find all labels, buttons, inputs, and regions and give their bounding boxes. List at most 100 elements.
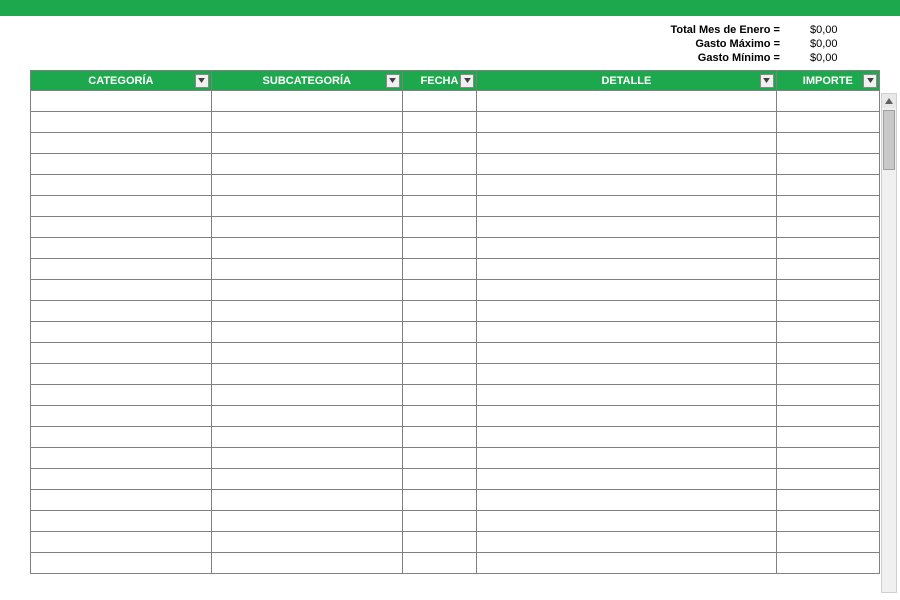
table-cell[interactable] xyxy=(402,238,476,259)
table-cell[interactable] xyxy=(776,280,879,301)
table-cell[interactable] xyxy=(477,91,777,112)
table-cell[interactable] xyxy=(211,553,402,574)
table-cell[interactable] xyxy=(31,301,212,322)
table-cell[interactable] xyxy=(402,427,476,448)
table-cell[interactable] xyxy=(211,343,402,364)
vertical-scrollbar[interactable] xyxy=(881,93,897,593)
table-cell[interactable] xyxy=(477,385,777,406)
table-cell[interactable] xyxy=(402,511,476,532)
filter-dropdown-icon[interactable] xyxy=(863,74,877,88)
table-cell[interactable] xyxy=(776,553,879,574)
table-cell[interactable] xyxy=(477,196,777,217)
table-cell[interactable] xyxy=(477,322,777,343)
table-cell[interactable] xyxy=(402,343,476,364)
table-cell[interactable] xyxy=(31,448,212,469)
table-cell[interactable] xyxy=(211,91,402,112)
table-cell[interactable] xyxy=(776,448,879,469)
table-cell[interactable] xyxy=(402,532,476,553)
table-cell[interactable] xyxy=(211,217,402,238)
table-cell[interactable] xyxy=(211,427,402,448)
table-cell[interactable] xyxy=(211,364,402,385)
table-cell[interactable] xyxy=(31,469,212,490)
table-cell[interactable] xyxy=(211,259,402,280)
table-cell[interactable] xyxy=(477,490,777,511)
table-cell[interactable] xyxy=(477,406,777,427)
table-cell[interactable] xyxy=(211,532,402,553)
table-cell[interactable] xyxy=(776,196,879,217)
table-cell[interactable] xyxy=(477,112,777,133)
table-cell[interactable] xyxy=(211,448,402,469)
table-cell[interactable] xyxy=(31,217,212,238)
table-cell[interactable] xyxy=(402,364,476,385)
table-cell[interactable] xyxy=(477,133,777,154)
table-cell[interactable] xyxy=(31,553,212,574)
table-cell[interactable] xyxy=(402,280,476,301)
table-cell[interactable] xyxy=(31,385,212,406)
table-cell[interactable] xyxy=(402,469,476,490)
table-cell[interactable] xyxy=(31,259,212,280)
table-cell[interactable] xyxy=(477,532,777,553)
table-cell[interactable] xyxy=(211,301,402,322)
table-cell[interactable] xyxy=(31,175,212,196)
table-cell[interactable] xyxy=(211,175,402,196)
table-cell[interactable] xyxy=(211,112,402,133)
table-cell[interactable] xyxy=(402,217,476,238)
table-cell[interactable] xyxy=(402,259,476,280)
table-cell[interactable] xyxy=(402,196,476,217)
table-cell[interactable] xyxy=(477,511,777,532)
table-cell[interactable] xyxy=(31,280,212,301)
table-cell[interactable] xyxy=(477,238,777,259)
table-cell[interactable] xyxy=(402,406,476,427)
table-cell[interactable] xyxy=(776,427,879,448)
table-cell[interactable] xyxy=(776,511,879,532)
table-cell[interactable] xyxy=(477,217,777,238)
table-cell[interactable] xyxy=(402,154,476,175)
table-cell[interactable] xyxy=(776,112,879,133)
table-cell[interactable] xyxy=(402,553,476,574)
table-cell[interactable] xyxy=(31,196,212,217)
table-cell[interactable] xyxy=(776,175,879,196)
table-cell[interactable] xyxy=(31,343,212,364)
table-cell[interactable] xyxy=(402,91,476,112)
table-cell[interactable] xyxy=(31,490,212,511)
table-cell[interactable] xyxy=(477,427,777,448)
table-cell[interactable] xyxy=(477,154,777,175)
table-cell[interactable] xyxy=(477,175,777,196)
table-cell[interactable] xyxy=(402,301,476,322)
table-cell[interactable] xyxy=(477,280,777,301)
table-cell[interactable] xyxy=(776,406,879,427)
filter-dropdown-icon[interactable] xyxy=(386,74,400,88)
table-cell[interactable] xyxy=(31,91,212,112)
table-cell[interactable] xyxy=(31,238,212,259)
table-cell[interactable] xyxy=(31,154,212,175)
table-cell[interactable] xyxy=(776,343,879,364)
table-cell[interactable] xyxy=(211,280,402,301)
table-cell[interactable] xyxy=(31,364,212,385)
table-cell[interactable] xyxy=(402,385,476,406)
table-cell[interactable] xyxy=(776,133,879,154)
table-cell[interactable] xyxy=(477,553,777,574)
table-cell[interactable] xyxy=(211,511,402,532)
table-cell[interactable] xyxy=(776,301,879,322)
table-cell[interactable] xyxy=(211,196,402,217)
table-cell[interactable] xyxy=(211,133,402,154)
table-cell[interactable] xyxy=(31,112,212,133)
table-cell[interactable] xyxy=(776,532,879,553)
table-cell[interactable] xyxy=(477,301,777,322)
table-cell[interactable] xyxy=(211,406,402,427)
table-cell[interactable] xyxy=(31,406,212,427)
table-cell[interactable] xyxy=(402,490,476,511)
table-cell[interactable] xyxy=(776,217,879,238)
filter-dropdown-icon[interactable] xyxy=(760,74,774,88)
table-cell[interactable] xyxy=(211,154,402,175)
filter-dropdown-icon[interactable] xyxy=(460,74,474,88)
table-cell[interactable] xyxy=(211,469,402,490)
table-cell[interactable] xyxy=(776,385,879,406)
table-cell[interactable] xyxy=(776,469,879,490)
table-cell[interactable] xyxy=(31,322,212,343)
table-cell[interactable] xyxy=(477,343,777,364)
table-cell[interactable] xyxy=(402,322,476,343)
table-cell[interactable] xyxy=(477,364,777,385)
table-cell[interactable] xyxy=(477,448,777,469)
table-cell[interactable] xyxy=(211,385,402,406)
